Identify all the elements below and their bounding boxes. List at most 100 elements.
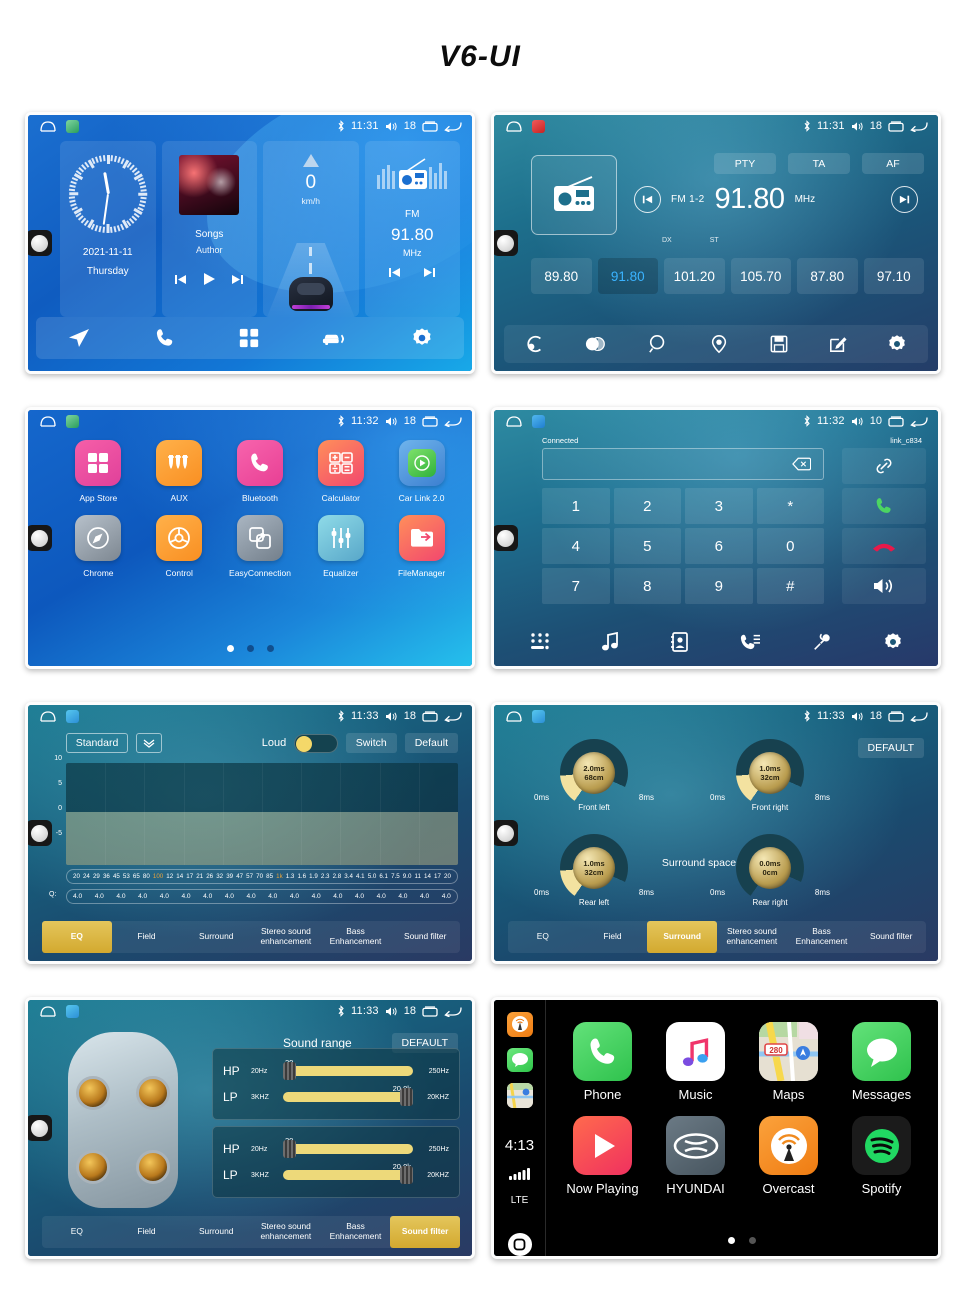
app-item-calculator[interactable]: Calculator xyxy=(300,440,381,503)
filter-slider[interactable]: 20 xyxy=(283,1058,413,1080)
app-item-control[interactable]: Control xyxy=(139,515,220,578)
next-station-button[interactable] xyxy=(891,186,918,213)
app-item-app-store[interactable]: App Store xyxy=(58,440,139,503)
filter-row-lp[interactable]: LP 3KHZ 20.0k 20KHZ xyxy=(223,1084,449,1110)
current-app-icon[interactable] xyxy=(66,119,79,133)
filter-slider[interactable]: 20 xyxy=(283,1136,413,1158)
page-dot[interactable] xyxy=(226,645,234,652)
home-outline-icon[interactable] xyxy=(506,710,522,722)
speaker-icon[interactable] xyxy=(385,711,398,722)
tab-eq[interactable]: EQ xyxy=(42,1216,112,1248)
home-outline-icon[interactable] xyxy=(40,710,56,722)
preset-button[interactable]: 97.10 xyxy=(863,258,924,294)
tab-sound-filter[interactable]: Sound filter xyxy=(390,921,460,953)
default-button[interactable]: DEFAULT xyxy=(857,738,924,758)
volume-knob[interactable] xyxy=(28,820,52,846)
key-5[interactable]: 5 xyxy=(613,528,681,564)
next-station-icon[interactable] xyxy=(423,266,436,279)
prev-track-icon[interactable] xyxy=(174,273,187,286)
prev-station-icon[interactable] xyxy=(388,266,401,279)
overcast-icon[interactable] xyxy=(506,1012,533,1037)
recents-icon[interactable] xyxy=(422,1005,438,1017)
page-dot[interactable] xyxy=(728,1237,735,1244)
home-outline-icon[interactable] xyxy=(40,415,56,427)
app-item-equalizer[interactable]: Equalizer xyxy=(300,515,381,578)
screen-sound-filter[interactable]: 11:33 18 Sound range DEFAULT HP 20Hz 250… xyxy=(25,997,475,1259)
recents-icon[interactable] xyxy=(888,120,904,132)
carplay-app-now-playing[interactable]: Now Playing xyxy=(556,1116,649,1196)
volume-knob[interactable] xyxy=(494,525,518,551)
eq-q-values[interactable]: 4.0 4.0 4.0 4.0 4.0 4.0 4.0 4.0 4.0 4.0 … xyxy=(66,889,458,904)
carplay-app-spotify[interactable]: Spotify xyxy=(835,1116,928,1196)
screen-apps[interactable]: 11:32 18 App Store AUX Bluetooth Calcula… xyxy=(25,407,475,669)
clock-widget[interactable]: 2021-11-11 Thursday xyxy=(60,141,156,317)
speaker-icon[interactable] xyxy=(385,121,398,132)
back-icon[interactable] xyxy=(444,711,462,722)
carplay-app-music[interactable]: Music xyxy=(649,1022,742,1102)
knob-rear-left[interactable]: 1.0ms 32cm 0ms 8ms Rear left xyxy=(534,834,654,907)
loud-toggle[interactable] xyxy=(294,733,338,753)
page-dot[interactable] xyxy=(266,645,274,652)
filter-row-hp[interactable]: HP 20Hz 20 250Hz xyxy=(223,1058,449,1084)
af-button[interactable]: AF xyxy=(862,153,924,174)
messages-icon[interactable] xyxy=(506,1047,533,1073)
radio-widget[interactable]: FM 91.80 MHz xyxy=(364,141,460,317)
chevron-down-icon[interactable] xyxy=(136,733,162,753)
phone-icon[interactable] xyxy=(154,327,176,349)
app-item-easyconnection[interactable]: EasyConnection xyxy=(220,515,301,578)
volume-knob[interactable] xyxy=(494,230,518,256)
screen-surround[interactable]: 11:33 18 DEFAULT 2.0ms 68cm 0ms 8ms Fron… xyxy=(491,702,941,964)
eq-frequency-labels[interactable]: 20 24 29 36 45 53 65 80 100 12 14 17 21 … xyxy=(66,869,458,884)
eq-preset-select[interactable]: Standard xyxy=(66,733,128,753)
music-widget[interactable]: Songs Author xyxy=(161,141,257,317)
current-app-icon[interactable] xyxy=(66,414,79,428)
screen-radio[interactable]: 11:31 18 PTY TA AF FM 1-2 91.80 MHz DX S… xyxy=(491,112,941,374)
current-app-icon[interactable] xyxy=(532,414,545,428)
key-hash[interactable]: # xyxy=(756,568,824,604)
key-0[interactable]: 0 xyxy=(756,528,824,564)
speaker-icon[interactable] xyxy=(851,416,864,427)
tab-surround[interactable]: Surround xyxy=(647,921,718,953)
pty-button[interactable]: PTY xyxy=(714,153,776,174)
filter-row-lp[interactable]: LP 3KHZ 20.0k 20KHZ xyxy=(223,1162,449,1188)
current-app-icon[interactable] xyxy=(532,709,545,723)
next-track-icon[interactable] xyxy=(231,273,244,286)
speaker-icon[interactable] xyxy=(385,1006,398,1017)
tab-eq[interactable]: EQ xyxy=(42,921,112,953)
switch-button[interactable]: Switch xyxy=(345,733,397,753)
search-icon[interactable] xyxy=(648,334,668,354)
speaker-icon[interactable] xyxy=(851,711,864,722)
recents-icon[interactable] xyxy=(888,415,904,427)
tab-surround[interactable]: Surround xyxy=(181,921,251,953)
carplay-app-maps[interactable]: 280 Maps xyxy=(742,1022,835,1102)
slider-grip[interactable] xyxy=(400,1088,413,1106)
volume-knob[interactable] xyxy=(494,820,518,846)
dx-label[interactable]: DX xyxy=(662,237,672,244)
edit-icon[interactable] xyxy=(829,335,847,353)
apps-grid-icon[interactable] xyxy=(238,327,260,349)
speaker-icon[interactable] xyxy=(851,121,864,132)
tab-sound-filter[interactable]: Sound filter xyxy=(856,921,926,953)
preset-button[interactable]: 105.70 xyxy=(730,258,791,294)
volume-knob[interactable] xyxy=(28,230,52,256)
tab-bass-enhancement[interactable]: Bass Enhancement xyxy=(321,1216,391,1248)
preset-button[interactable]: 89.80 xyxy=(531,258,592,294)
radio-source-icon[interactable] xyxy=(531,155,617,235)
recents-icon[interactable] xyxy=(422,120,438,132)
key-6[interactable]: 6 xyxy=(685,528,753,564)
page-dot[interactable] xyxy=(246,645,254,652)
default-button[interactable]: Default xyxy=(404,733,458,753)
tab-stereo-sound-enhancement[interactable]: Stereo sound enhancement xyxy=(251,921,321,953)
app-item-bluetooth[interactable]: Bluetooth xyxy=(220,440,301,503)
back-icon[interactable] xyxy=(444,121,462,132)
recents-icon[interactable] xyxy=(422,415,438,427)
link-icon[interactable] xyxy=(842,448,926,484)
app-item-filemanager[interactable]: FileManager xyxy=(381,515,462,578)
carplay-app-phone[interactable]: Phone xyxy=(556,1022,649,1102)
speed-widget[interactable]: 0 km/h xyxy=(263,141,359,317)
stereo-toggle-icon[interactable] xyxy=(585,336,607,352)
knob-front-left[interactable]: 2.0ms 68cm 0ms 8ms Front left xyxy=(534,739,654,812)
app-item-chrome[interactable]: Chrome xyxy=(58,515,139,578)
key-star[interactable]: * xyxy=(756,488,824,524)
back-icon[interactable] xyxy=(910,711,928,722)
